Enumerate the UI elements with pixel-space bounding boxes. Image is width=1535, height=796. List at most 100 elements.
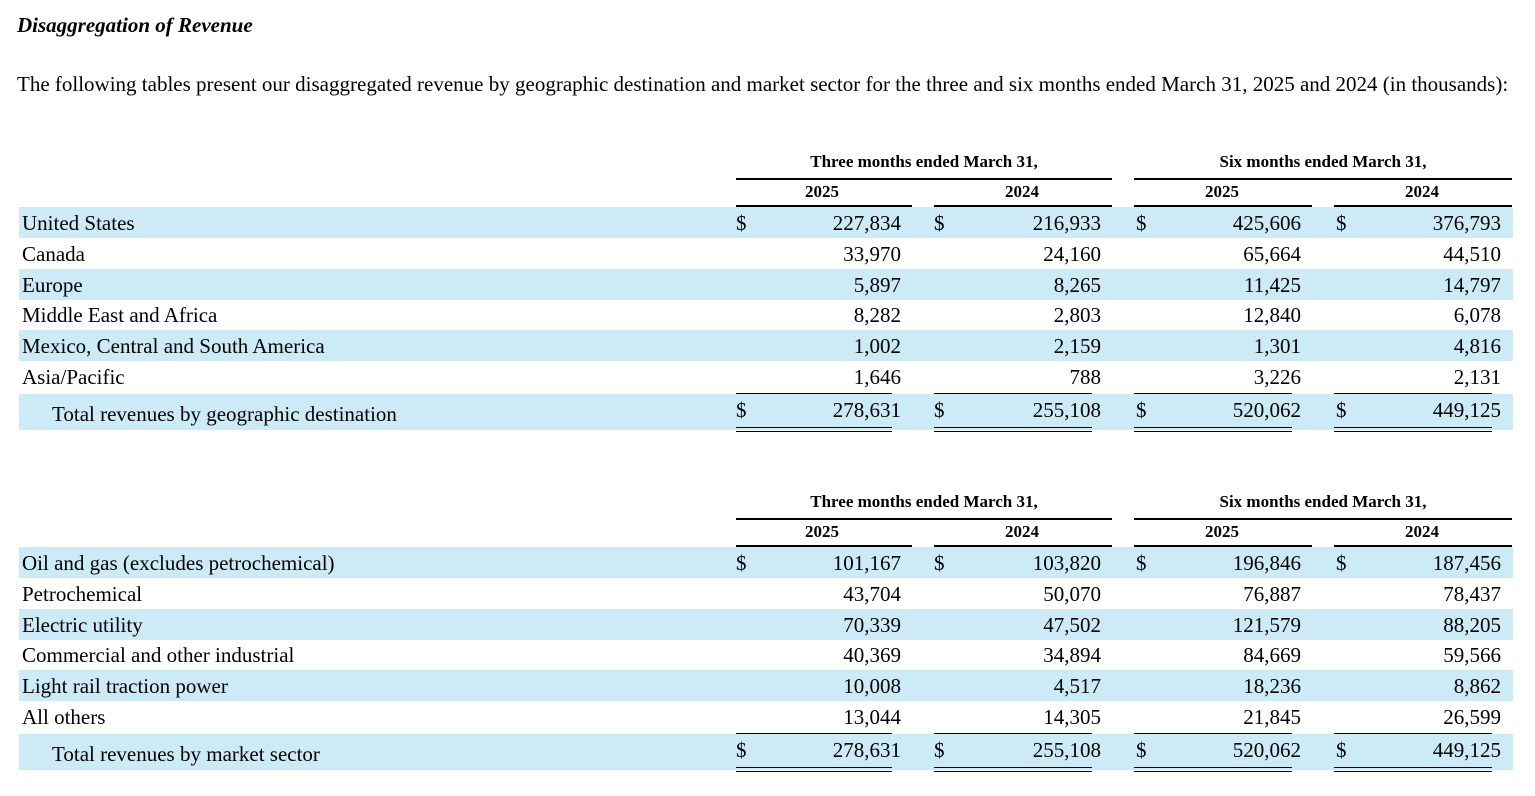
intro-paragraph: The following tables present our disaggr… (17, 72, 1509, 96)
geographic-revenue-table: Three months ended March 31, Six months e… (0, 150, 1535, 450)
cell-value: 425,606 (1232, 211, 1301, 235)
cell-value: 1,646 (853, 365, 901, 389)
cell-value: 88,205 (1443, 612, 1501, 637)
table-row: Oil and gas (excludes petrochemical) $101… (19, 547, 1513, 578)
total-double-rule (934, 426, 1092, 432)
year-header: 2025 (805, 182, 839, 201)
cell-value: 76,887 (1243, 581, 1301, 606)
cell-value: 24,160 (1043, 241, 1101, 266)
year-header: 2024 (1405, 182, 1439, 201)
cell-value: 33,970 (843, 241, 901, 266)
currency-symbol: $ (1336, 211, 1347, 235)
currency-symbol: $ (736, 211, 747, 235)
total-double-rule (934, 766, 1092, 772)
table-row: Canada 33,970 24,160 65,664 44,510 (19, 238, 1513, 269)
cell-value: 8,265 (1053, 272, 1101, 297)
total-value: 278,631 (832, 737, 901, 762)
total-double-rule (1334, 426, 1492, 432)
year-header: 2025 (1205, 522, 1239, 541)
year-header: 2025 (805, 522, 839, 541)
period-header-rule (1134, 518, 1512, 520)
currency-symbol: $ (736, 551, 747, 575)
total-double-rule (1134, 426, 1292, 432)
period-header-rule (736, 518, 1112, 520)
cell-value: 2,159 (1053, 334, 1101, 359)
currency-symbol: $ (1136, 211, 1147, 235)
year-header: 2024 (1005, 182, 1039, 201)
cell-value: 376,793 (1432, 211, 1501, 235)
currency-symbol: $ (1136, 551, 1147, 575)
row-label: Commercial and other industrial (22, 643, 295, 668)
row-label: Electric utility (22, 612, 143, 637)
total-value: 520,062 (1232, 737, 1301, 762)
period-header: Three months ended March 31, (810, 492, 1038, 511)
total-double-rule (1134, 766, 1292, 772)
table-row: Middle East and Africa 8,282 2,803 12,840 6,… (19, 299, 1513, 330)
cell-value: 196,846 (1232, 551, 1301, 575)
cell-value: 44,510 (1443, 241, 1501, 266)
currency-symbol: $ (1336, 737, 1347, 762)
total-value: 255,108 (1032, 737, 1101, 762)
currency-symbol: $ (934, 737, 945, 762)
cell-value: 26,599 (1443, 705, 1501, 729)
row-label: Light rail traction power (22, 674, 228, 699)
total-double-rule (736, 426, 892, 432)
cell-value: 216,933 (1032, 211, 1101, 235)
table-row: Commercial and other industrial 40,369 34,… (19, 639, 1513, 670)
table-row: Mexico, Central and South America 1,002 2,… (19, 330, 1513, 362)
period-header-rule (1134, 178, 1512, 180)
currency-symbol: $ (736, 397, 747, 422)
cell-value: 59,566 (1443, 643, 1501, 668)
cell-value: 47,502 (1043, 612, 1101, 637)
cell-value: 14,305 (1043, 705, 1101, 729)
year-header: 2025 (1205, 182, 1239, 201)
cell-value: 101,167 (832, 551, 901, 575)
table-row: Europe 5,897 8,265 11,425 14,797 (19, 268, 1513, 300)
table-row: Asia/Pacific 1,646 788 3,226 2,131 (19, 361, 1513, 392)
cell-value: 12,840 (1243, 303, 1301, 328)
currency-symbol: $ (736, 737, 747, 762)
total-value: 449,125 (1432, 397, 1501, 422)
cell-value: 6,078 (1453, 303, 1501, 328)
cell-value: 50,070 (1043, 581, 1101, 606)
total-value: 520,062 (1232, 397, 1301, 422)
cell-value: 65,664 (1243, 241, 1301, 266)
cell-value: 1,301 (1253, 334, 1301, 359)
cell-value: 8,862 (1453, 674, 1501, 699)
row-label: Canada (22, 241, 85, 266)
row-label: All others (22, 705, 106, 729)
currency-symbol: $ (1336, 397, 1347, 422)
row-label: Asia/Pacific (22, 365, 125, 389)
total-value: 449,125 (1432, 737, 1501, 762)
row-label: United States (22, 211, 135, 235)
cell-value: 14,797 (1443, 272, 1501, 297)
period-header: Six months ended March 31, (1219, 152, 1427, 171)
table-row: Petrochemical 43,704 50,070 76,887 78,437 (19, 578, 1513, 609)
cell-value: 788 (1069, 365, 1102, 389)
currency-symbol: $ (934, 397, 945, 422)
cell-value: 103,820 (1032, 551, 1101, 575)
row-label: Petrochemical (22, 581, 143, 606)
cell-value: 43,704 (843, 581, 901, 606)
currency-symbol: $ (1136, 397, 1147, 422)
cell-value: 34,894 (1043, 643, 1101, 668)
row-label: Middle East and Africa (22, 303, 218, 328)
cell-value: 121,579 (1232, 612, 1301, 637)
section-title: Disaggregation of Revenue (17, 13, 253, 37)
currency-symbol: $ (934, 211, 945, 235)
cell-value: 13,044 (843, 705, 901, 729)
period-header: Three months ended March 31, (810, 152, 1038, 171)
total-double-rule (736, 766, 892, 772)
cell-value: 70,339 (843, 612, 901, 637)
row-label: Europe (22, 272, 83, 297)
cell-value: 21,845 (1243, 705, 1301, 729)
cell-value: 2,131 (1453, 365, 1501, 389)
cell-value: 4,517 (1053, 674, 1101, 699)
cell-value: 4,816 (1453, 334, 1501, 359)
table-row: United States $227,834 $216,933 $425,606 $37… (19, 207, 1513, 238)
cell-value: 227,834 (832, 211, 901, 235)
total-double-rule (1334, 766, 1492, 772)
cell-value: 5,897 (853, 272, 901, 297)
cell-value: 1,002 (853, 334, 901, 359)
currency-symbol: $ (1136, 737, 1147, 762)
